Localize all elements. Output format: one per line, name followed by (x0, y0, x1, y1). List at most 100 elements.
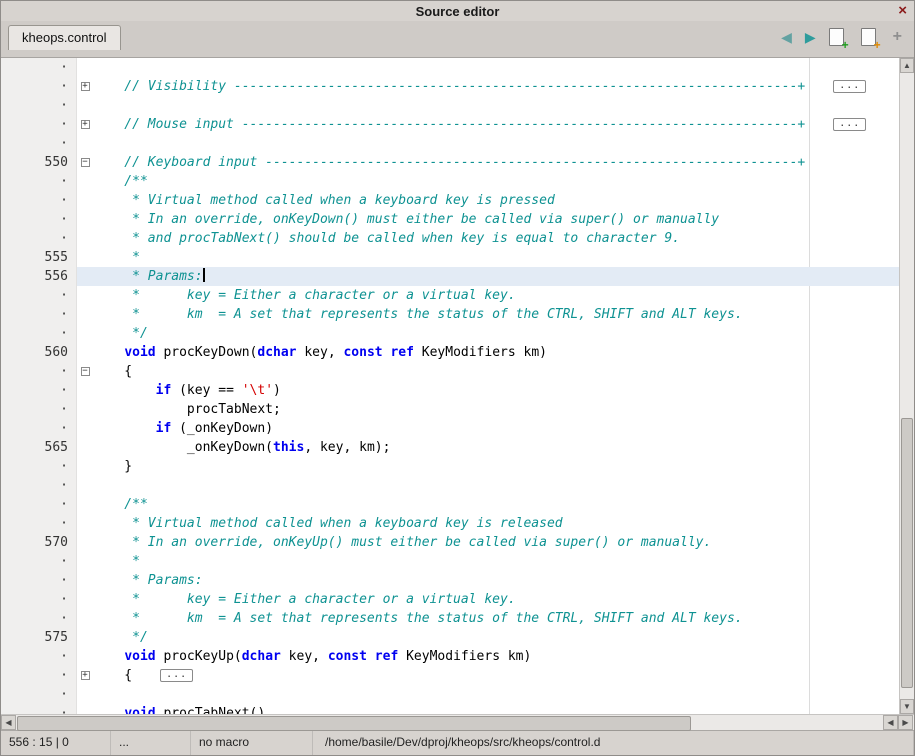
fold-gutter-cell[interactable]: + (77, 77, 93, 96)
fold-gutter-cell (77, 305, 93, 324)
folded-code-ellipsis[interactable]: ... (160, 669, 193, 682)
fold-gutter-cell (77, 476, 93, 495)
code-line[interactable]: · /** (1, 172, 899, 191)
fold-gutter-cell[interactable]: − (77, 362, 93, 381)
code-line[interactable]: 550− // Keyboard input -----------------… (1, 153, 899, 172)
window-title: Source editor (416, 4, 500, 19)
fold-gutter-cell[interactable]: + (77, 115, 93, 134)
tab-kheops-control[interactable]: kheops.control (8, 25, 121, 50)
scroll-left-icon[interactable]: ◀ (1, 715, 16, 730)
save-document-icon[interactable]: + (861, 28, 876, 46)
close-icon[interactable]: × (898, 1, 907, 21)
vertical-scrollbar-thumb[interactable] (901, 418, 913, 688)
text-caret (203, 268, 205, 282)
code-line[interactable]: · if (_onKeyDown) (1, 419, 899, 438)
fold-gutter-cell (77, 400, 93, 419)
code-line[interactable]: 570 * In an override, onKeyUp() must eit… (1, 533, 899, 552)
green-plus-icon: + (842, 39, 849, 51)
source-editor-window: Source editor × kheops.control ◀ ▶ + + +… (0, 0, 915, 756)
caret-position: 556 : 15 | 0 (1, 731, 111, 755)
fold-gutter-cell (77, 210, 93, 229)
fold-toggle-icon[interactable]: + (81, 120, 90, 129)
code-line[interactable]: · * (1, 552, 899, 571)
code-line[interactable]: · * km = A set that represents the statu… (1, 609, 899, 628)
line-number: · (1, 609, 77, 628)
detach-icon[interactable]: + (893, 29, 902, 45)
code-line[interactable]: · * In an override, onKeyDown() must eit… (1, 210, 899, 229)
line-number: · (1, 381, 77, 400)
fold-gutter-cell[interactable]: − (77, 153, 93, 172)
code-line[interactable]: · (1, 58, 899, 77)
code-line[interactable]: 560 void procKeyDown(dchar key, const re… (1, 343, 899, 362)
fold-gutter-cell (77, 419, 93, 438)
title-bar[interactable]: Source editor × (1, 1, 914, 21)
line-number: · (1, 229, 77, 248)
line-number: · (1, 476, 77, 495)
fold-gutter-cell (77, 58, 93, 77)
line-number: · (1, 457, 77, 476)
code-line[interactable]: · (1, 685, 899, 704)
line-number: 550 (1, 153, 77, 172)
code-line[interactable]: · (1, 96, 899, 115)
code-line[interactable]: · */ (1, 324, 899, 343)
code-line[interactable]: · if (key == '\t') (1, 381, 899, 400)
fold-gutter-cell (77, 495, 93, 514)
go-forward-icon[interactable]: ▶ (805, 28, 816, 46)
code-line[interactable]: 556 * Params: (1, 267, 899, 286)
folded-code-ellipsis[interactable]: ... (833, 80, 866, 93)
fold-gutter-cell[interactable]: + (77, 666, 93, 685)
scroll-right-icon[interactable]: ▶ (898, 715, 913, 730)
code-line[interactable]: ·+ // Visibility -----------------------… (1, 77, 899, 96)
line-number: · (1, 647, 77, 666)
fold-toggle-icon[interactable]: + (81, 671, 90, 680)
code-line[interactable]: ·+ {... (1, 666, 899, 685)
vertical-scrollbar[interactable]: ▲ ▼ (899, 58, 914, 714)
code-line[interactable]: · /** (1, 495, 899, 514)
fold-gutter-cell (77, 533, 93, 552)
line-number: · (1, 552, 77, 571)
status-bar: 556 : 15 | 0 ... no macro /home/basile/D… (1, 730, 914, 755)
scroll-down-icon[interactable]: ▼ (900, 699, 914, 714)
fold-toggle-icon[interactable]: − (81, 367, 90, 376)
fold-toggle-icon[interactable]: + (81, 82, 90, 91)
horizontal-scrollbar-thumb[interactable] (17, 716, 691, 731)
code-line[interactable]: · * key = Either a character or a virtua… (1, 286, 899, 305)
line-number: · (1, 571, 77, 590)
scroll-left-secondary-icon[interactable]: ◀ (883, 715, 898, 730)
line-number: · (1, 514, 77, 533)
orange-plus-icon: + (874, 39, 881, 51)
new-document-icon[interactable]: + (829, 28, 844, 46)
code-line[interactable]: · * Virtual method called when a keyboar… (1, 191, 899, 210)
line-number: 560 (1, 343, 77, 362)
fold-gutter-cell (77, 324, 93, 343)
code-line[interactable]: · * key = Either a character or a virtua… (1, 590, 899, 609)
code-line[interactable]: · } (1, 457, 899, 476)
line-number: · (1, 419, 77, 438)
code-line[interactable]: · (1, 134, 899, 153)
fold-toggle-icon[interactable]: − (81, 158, 90, 167)
code-line[interactable]: · * Params: (1, 571, 899, 590)
scroll-up-icon[interactable]: ▲ (900, 58, 914, 73)
code-line[interactable]: · * km = A set that represents the statu… (1, 305, 899, 324)
editor-area[interactable]: ··+ // Visibility ----------------------… (1, 58, 914, 714)
code-line[interactable]: · (1, 476, 899, 495)
fold-gutter-cell (77, 286, 93, 305)
fold-gutter-cell (77, 514, 93, 533)
code-line[interactable]: · procTabNext; (1, 400, 899, 419)
code-line[interactable]: · * and procTabNext() should be called w… (1, 229, 899, 248)
code-line[interactable]: · void procTabNext() (1, 704, 899, 714)
code-line[interactable]: · void procKeyUp(dchar key, const ref Ke… (1, 647, 899, 666)
tab-bar: kheops.control ◀ ▶ + + + (1, 21, 914, 58)
code-line[interactable]: 565 _onKeyDown(this, key, km); (1, 438, 899, 457)
line-number: 555 (1, 248, 77, 267)
code-line[interactable]: · * Virtual method called when a keyboar… (1, 514, 899, 533)
code-line[interactable]: 575 */ (1, 628, 899, 647)
fold-gutter-cell (77, 96, 93, 115)
code-line[interactable]: ·+ // Mouse input ----------------------… (1, 115, 899, 134)
code-line[interactable]: 555 * (1, 248, 899, 267)
code-line[interactable]: ·− { (1, 362, 899, 381)
horizontal-scrollbar[interactable]: ◀ ◀ ▶ (1, 714, 914, 730)
go-back-icon[interactable]: ◀ (781, 28, 792, 46)
fold-gutter-cell (77, 571, 93, 590)
folded-code-ellipsis[interactable]: ... (833, 118, 866, 131)
